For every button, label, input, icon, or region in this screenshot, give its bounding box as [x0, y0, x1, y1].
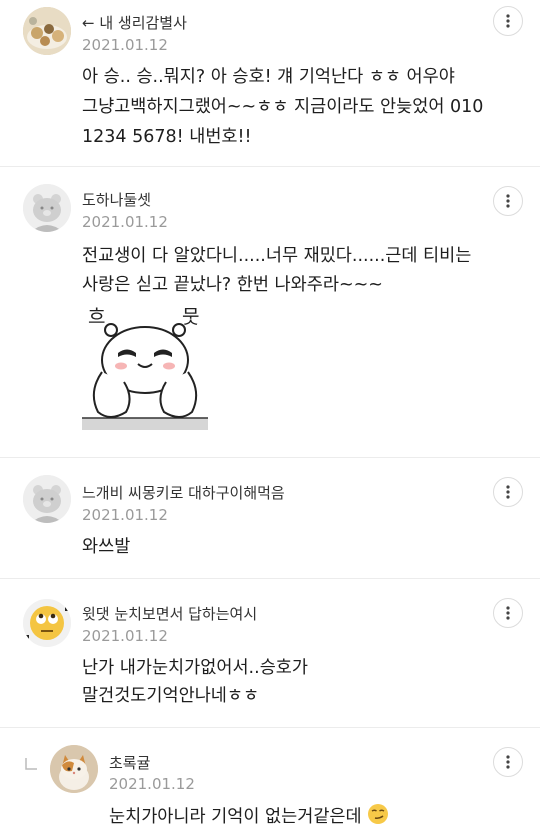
- default-bear-avatar-icon: [23, 475, 71, 523]
- more-vertical-icon: [506, 194, 510, 208]
- more-vertical-icon: [506, 14, 510, 28]
- sticker-text-left: 흐: [88, 306, 106, 328]
- comment-date: 2021.01.12: [82, 506, 168, 524]
- avatar[interactable]: [23, 599, 71, 647]
- comment-line: 1234 5678! 내번호!!: [82, 127, 252, 147]
- comment-date: 2021.01.12: [82, 213, 168, 231]
- comment-line: 전교생이 다 알았다니.....너무 재밌다......근데 티비는: [82, 246, 472, 266]
- comment-line: 그냥고백하지그랬어~~ㅎㅎ 지금이라도 안늦었어 010: [82, 97, 484, 117]
- more-options-button[interactable]: [493, 186, 523, 216]
- avatar[interactable]: [23, 7, 71, 55]
- comment-4: 윗댓 눈치보면서 답하는여시 2021.01.12 난가 내가눈치가없어서..승…: [0, 579, 540, 727]
- more-vertical-icon: [506, 606, 510, 620]
- more-options-button[interactable]: [493, 477, 523, 507]
- comment-date: 2021.01.12: [82, 36, 168, 54]
- avatar[interactable]: [23, 184, 71, 232]
- comment-date: 2021.01.12: [82, 627, 168, 645]
- reply-comment: 초록귤 2021.01.12 눈치가아니라 기억이 없는거같은데: [0, 728, 540, 832]
- avatar[interactable]: [23, 475, 71, 523]
- smirk-emoji-icon: [367, 803, 389, 835]
- comment-line: 난가 내가눈치가없어서..승호가: [82, 658, 308, 678]
- avatar[interactable]: [50, 745, 98, 793]
- more-options-button[interactable]: [493, 598, 523, 628]
- reply-arrow-icon: [24, 756, 38, 775]
- author-name[interactable]: ← 내 생리감별사: [82, 12, 187, 33]
- comment-date: 2021.01.12: [109, 775, 195, 793]
- comment-line: 사랑은 싣고 끝났나? 한번 나와주라~~~: [82, 275, 383, 295]
- smug-emoticon-sticker: 흐 뭇: [82, 302, 208, 432]
- author-name[interactable]: 윗댓 눈치보면서 답하는여시: [82, 603, 257, 624]
- comment-line: 아 승.. 승..뭐지? 아 승호! 걔 기억난다 ㅎㅎ 어우야: [82, 67, 455, 87]
- author-name[interactable]: 초록귤: [109, 752, 150, 773]
- cat-photo-avatar-icon: [50, 745, 98, 793]
- default-bear-avatar-icon: [23, 184, 71, 232]
- comment-2: 도하나둘셋 2021.01.12 전교생이 다 알았다니.....너무 재밌다.…: [0, 167, 540, 457]
- comment-line: 와쓰발: [82, 537, 131, 557]
- sticker-text-right: 뭇: [182, 306, 200, 328]
- author-name[interactable]: 느개비 씨몽키로 대하구이해먹음: [82, 482, 285, 503]
- comment-line-text: 눈치가아니라 기억이 없는거같은데: [109, 807, 362, 827]
- more-options-button[interactable]: [493, 747, 523, 777]
- comment-line: 눈치가아니라 기억이 없는거같은데: [109, 802, 389, 835]
- author-name[interactable]: 도하나둘셋: [82, 189, 151, 210]
- comment-1: ← 내 생리감별사 2021.01.12 아 승.. 승..뭐지? 아 승호! …: [0, 0, 540, 166]
- comment-3: 느개비 씨몽키로 대하구이해먹음 2021.01.12 와쓰발: [0, 458, 540, 578]
- more-options-button[interactable]: [493, 6, 523, 36]
- rolling-eyes-emoji-avatar-icon: [23, 599, 71, 647]
- more-vertical-icon: [506, 755, 510, 769]
- more-vertical-icon: [506, 485, 510, 499]
- comment-line: 말건것도기억안나네ㅎㅎ: [82, 686, 260, 706]
